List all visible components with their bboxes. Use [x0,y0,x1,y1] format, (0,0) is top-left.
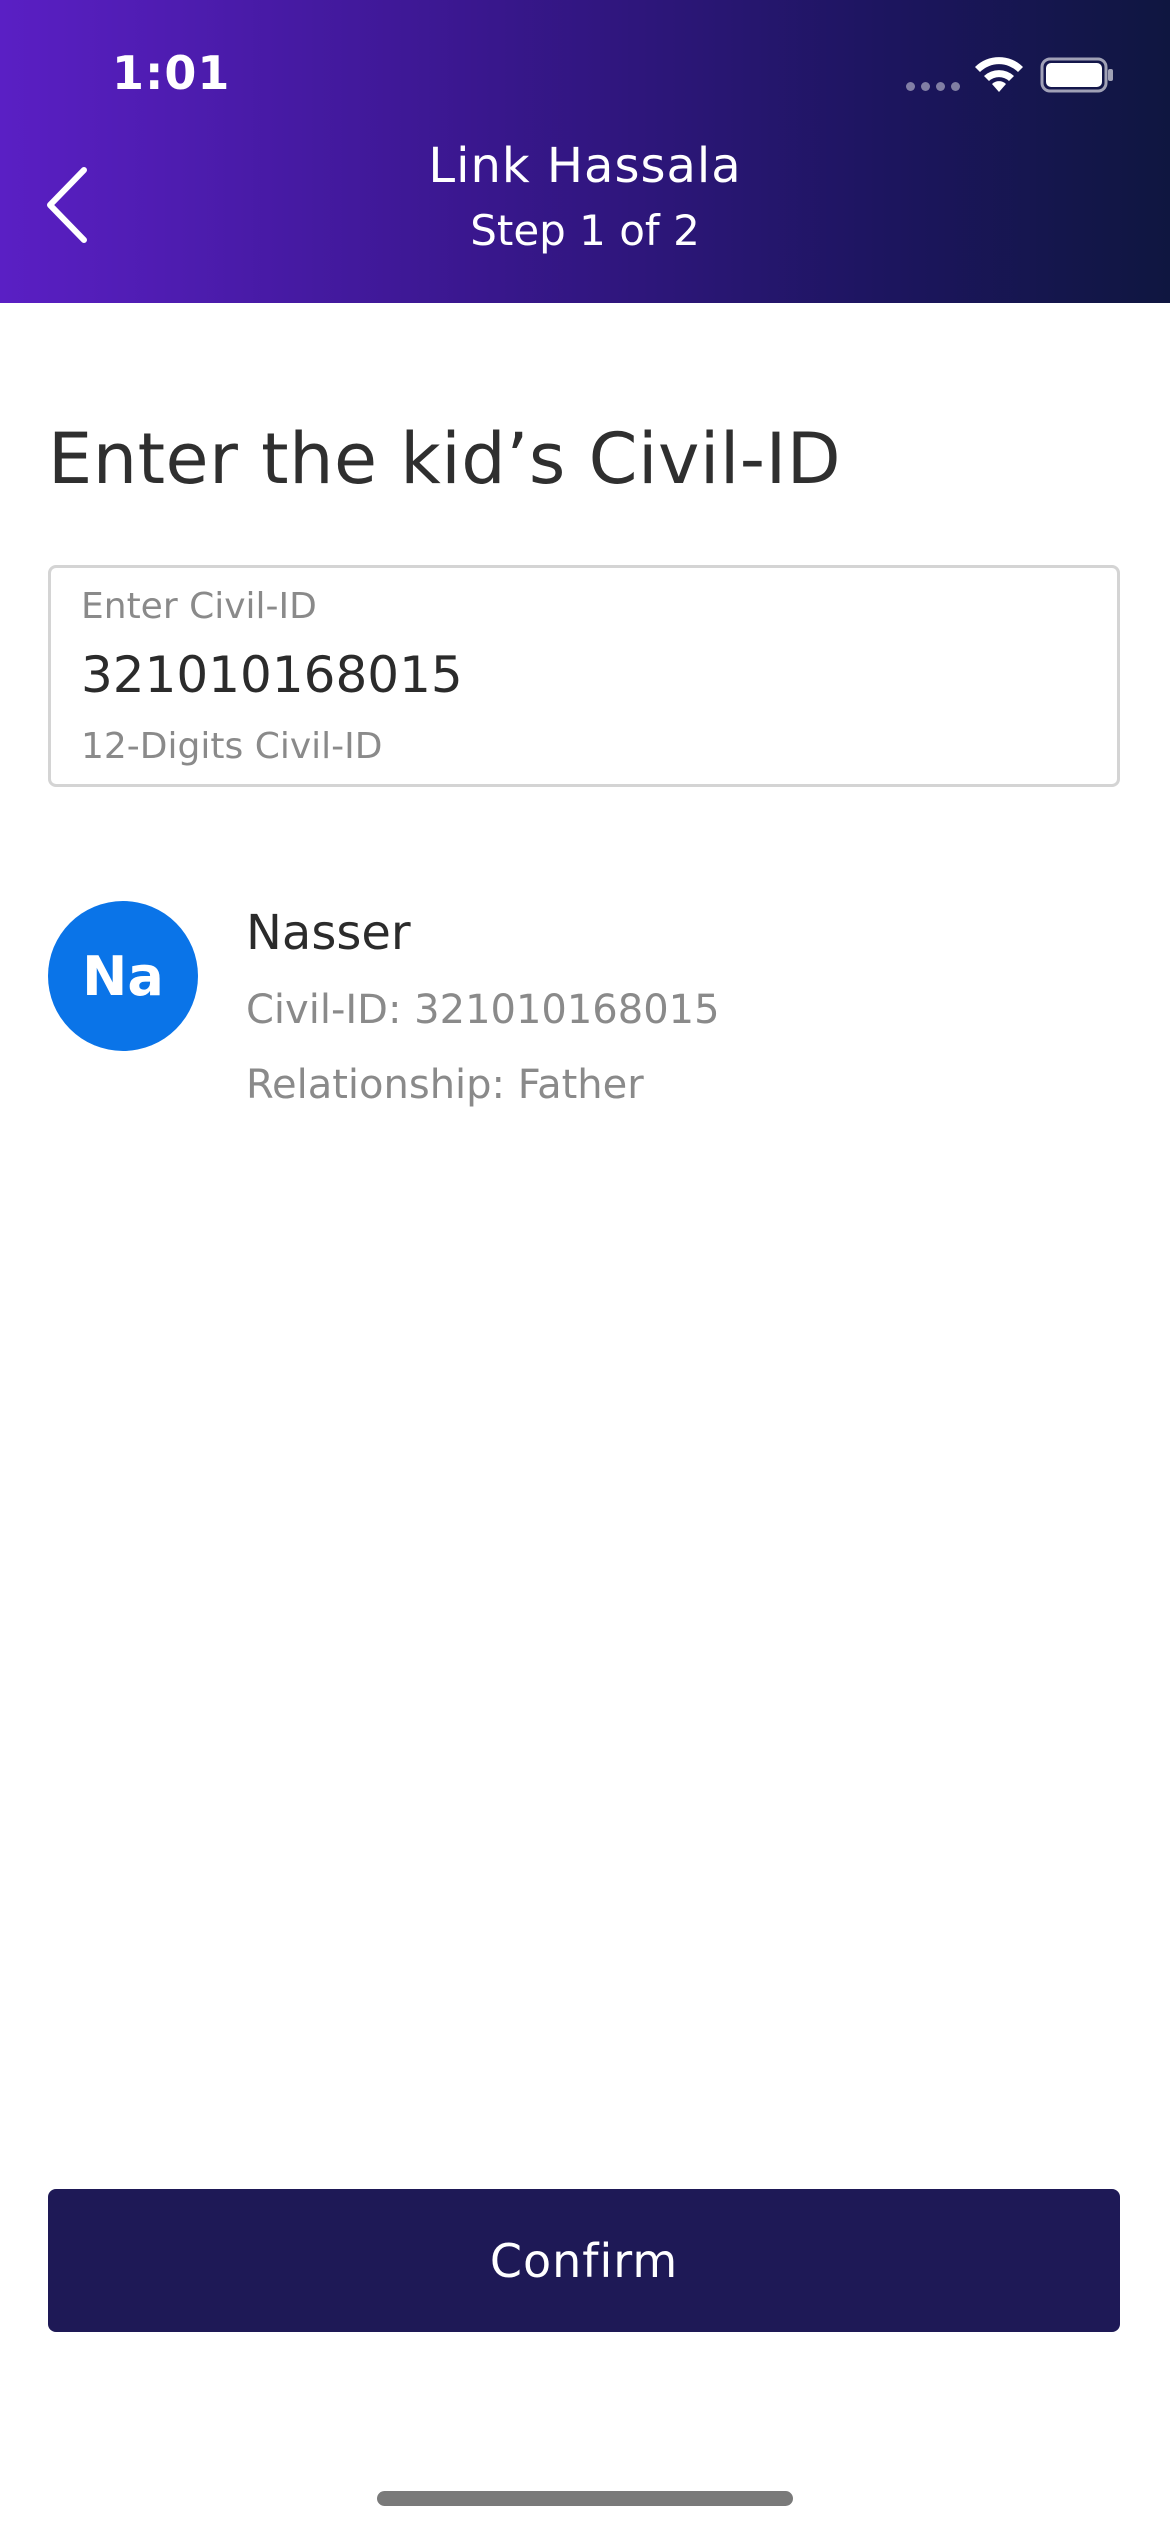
person-relationship: Relationship: Father [246,1062,644,1108]
wifi-icon [975,57,1023,92]
avatar: Na [48,901,198,1051]
page-title: Enter the kid’s Civil-ID [48,418,842,500]
person-name: Nasser [246,905,411,961]
signal-dots-icon [906,82,960,92]
civil-id-field[interactable]: Enter Civil-ID 12-Digits Civil-ID [48,565,1120,787]
home-indicator [377,2491,793,2506]
battery-icon [1040,57,1113,93]
civil-id-input[interactable] [81,646,1061,704]
confirm-button[interactable]: Confirm [48,2189,1120,2332]
civil-id-field-label: Enter Civil-ID [81,586,317,627]
header-bar: 1:01 Link Hassala Step 1 of 2 [0,0,1170,303]
civil-id-field-hint: 12-Digits Civil-ID [81,726,383,767]
nav-title: Link Hassala [428,138,742,194]
person-civil-id: Civil-ID: 321010168015 [246,987,720,1033]
nav-step-indicator: Step 1 of 2 [470,206,700,255]
status-time: 1:01 [112,46,231,100]
